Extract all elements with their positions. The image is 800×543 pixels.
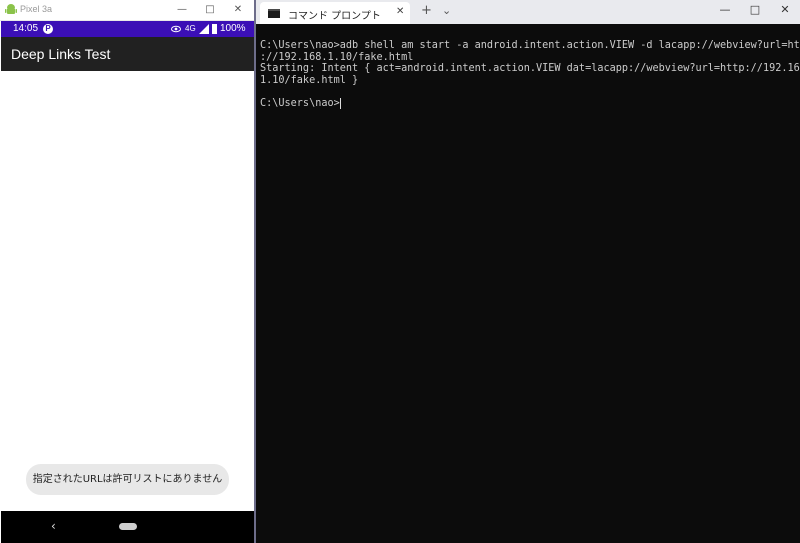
- chevron-down-icon[interactable]: ⌄: [442, 4, 451, 17]
- new-tab-icon[interactable]: +: [421, 3, 432, 18]
- tab-bar: コマンド プロンプト ✕ + ⌄ — □ ✕: [256, 0, 800, 24]
- p-notification-icon: P: [43, 24, 53, 34]
- console-icon: [268, 9, 280, 18]
- home-pill-icon[interactable]: [119, 523, 137, 530]
- tab-close-icon[interactable]: ✕: [396, 6, 404, 17]
- emulator-window: Pixel 3a — □ ✕ 14:05 P 4G 100% Deep Link…: [0, 0, 256, 543]
- tab-title: コマンド プロンプト: [288, 11, 381, 22]
- back-icon[interactable]: ‹: [51, 519, 56, 533]
- close-button[interactable]: ✕: [770, 3, 800, 16]
- emulator-title: Pixel 3a: [20, 4, 53, 14]
- close-button[interactable]: ✕: [228, 2, 248, 18]
- emulator-title-bar: Pixel 3a — □ ✕: [0, 0, 256, 21]
- console-output[interactable]: C:\Users\nao>adb shell am start -a andro…: [260, 40, 800, 110]
- maximize-button[interactable]: □: [200, 2, 220, 18]
- battery-icon: [212, 24, 217, 34]
- app-bar: Deep Links Test: [1, 37, 254, 71]
- console-line: Starting: Intent { act=android.intent.ac…: [260, 63, 800, 74]
- minimize-button[interactable]: —: [172, 2, 192, 18]
- terminal-window: コマンド プロンプト ✕ + ⌄ — □ ✕ C:\Users\nao>adb …: [256, 0, 800, 543]
- console-line: ://192.168.1.10/fake.html: [260, 51, 414, 63]
- status-bar: 14:05 P 4G 100%: [1, 21, 254, 37]
- tab-command-prompt[interactable]: コマンド プロンプト ✕: [260, 2, 410, 24]
- android-icon: [5, 4, 17, 14]
- signal-icon: [199, 24, 209, 34]
- maximize-button[interactable]: □: [740, 3, 770, 16]
- eye-icon: [171, 25, 181, 33]
- app-content: [1, 71, 254, 511]
- console-line: 1.10/fake.html }: [260, 74, 359, 86]
- toast-message: 指定されたURLは許可リストにありません: [26, 464, 229, 495]
- prompt: C:\Users\nao>: [260, 97, 340, 109]
- network-type: 4G: [185, 24, 196, 33]
- app-title: Deep Links Test: [11, 46, 111, 62]
- minimize-button[interactable]: —: [710, 3, 740, 16]
- battery-percent: 100%: [220, 23, 246, 34]
- prompt-line: C:\Users\nao>: [260, 97, 790, 110]
- text-cursor: [339, 97, 341, 109]
- status-time: 14:05: [13, 23, 39, 34]
- navigation-bar: ‹: [1, 511, 254, 543]
- console-line: C:\Users\nao>adb shell am start -a andro…: [260, 40, 800, 51]
